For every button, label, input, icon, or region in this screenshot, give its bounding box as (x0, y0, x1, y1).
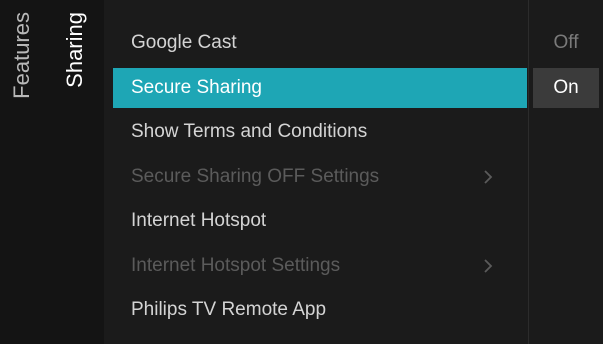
menu-item-label: Secure Sharing OFF Settings (131, 166, 380, 187)
menu-item-label: Secure Sharing (131, 77, 262, 98)
options-panel: Off On (529, 0, 603, 344)
breadcrumb-current[interactable]: Sharing (46, 0, 104, 344)
option-off[interactable]: Off (533, 23, 599, 63)
breadcrumb-parent-label: Features (9, 12, 34, 99)
option-on[interactable]: On (533, 68, 599, 108)
menu-item-internet-hotspot[interactable]: Internet Hotspot (113, 201, 527, 241)
menu-item-label: Internet Hotspot Settings (131, 255, 341, 276)
option-off-label: Off (553, 32, 579, 53)
chevron-right-icon (484, 170, 493, 184)
menu-item-google-cast[interactable]: Google Cast (113, 23, 527, 63)
menu-item-philips-tv-remote-app[interactable]: Philips TV Remote App (113, 290, 527, 330)
breadcrumb-current-label: Sharing (62, 12, 87, 88)
menu-item-label: Show Terms and Conditions (131, 121, 368, 142)
menu-item-label: Philips TV Remote App (131, 299, 327, 320)
menu-item-secure-sharing-off-settings[interactable]: Secure Sharing OFF Settings (113, 157, 527, 197)
sharing-menu: Google Cast Secure Sharing Show Terms an… (104, 0, 528, 344)
option-on-label: On (553, 77, 579, 98)
menu-item-label: Internet Hotspot (131, 210, 267, 231)
breadcrumb-parent[interactable]: Features (0, 0, 46, 344)
chevron-right-icon (484, 259, 493, 273)
menu-item-internet-hotspot-settings[interactable]: Internet Hotspot Settings (113, 246, 527, 286)
menu-item-secure-sharing[interactable]: Secure Sharing (113, 68, 527, 108)
menu-item-show-terms[interactable]: Show Terms and Conditions (113, 112, 527, 152)
menu-item-label: Google Cast (131, 32, 237, 53)
